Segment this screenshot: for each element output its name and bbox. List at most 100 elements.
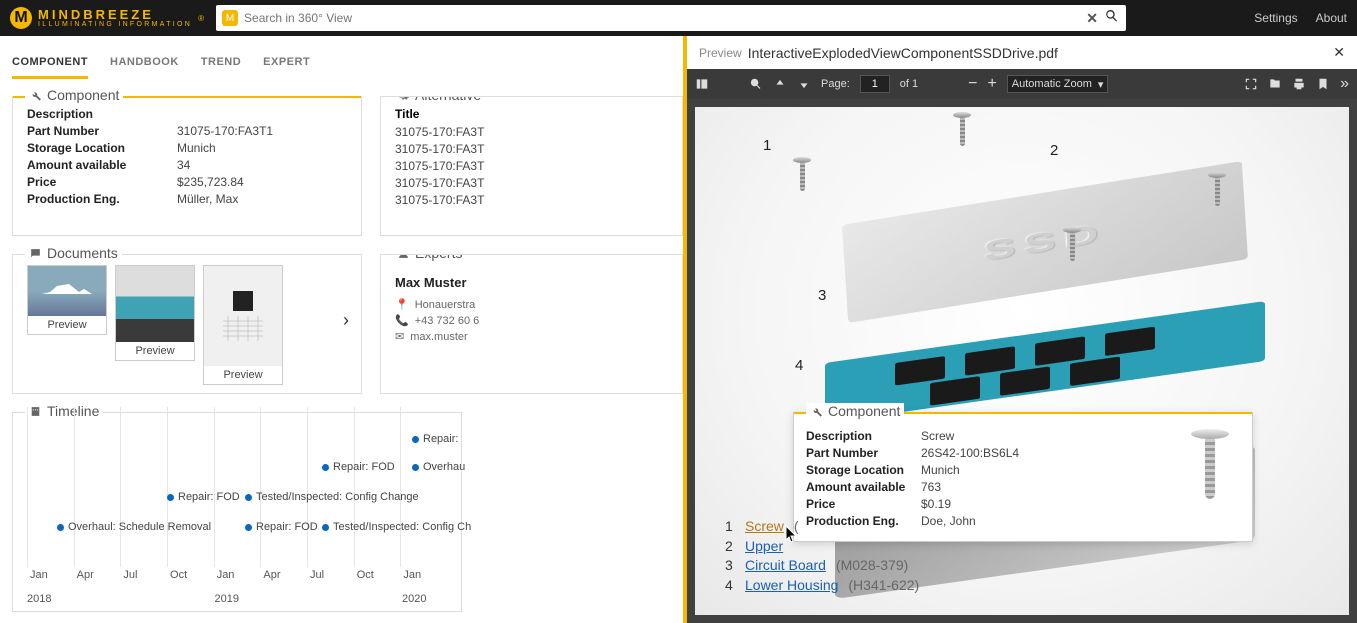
pdf-viewport: SSD 1 2 3 4 Component (687, 99, 1357, 623)
clear-search-icon[interactable]: ✕ (1086, 10, 1098, 27)
tab-component[interactable]: COMPONENT (12, 48, 88, 79)
left-panel: COMPONENT HANDBOOK TREND EXPERT Componen… (0, 36, 683, 623)
page-label: Page: (821, 78, 850, 90)
cursor-icon (785, 525, 799, 546)
expert-mail: ✉max.muster (395, 330, 668, 343)
find-icon[interactable] (749, 77, 763, 91)
thumb-caption: Preview (28, 316, 106, 334)
mail-icon: ✉ (395, 330, 404, 343)
brand-logo[interactable]: M MINDBREEZE ILLUMINATING INFORMATION ® (10, 7, 204, 29)
tl-year: 2020 (402, 593, 426, 605)
main-split: COMPONENT HANDBOOK TREND EXPERT Componen… (0, 36, 1357, 623)
page-of: of 1 (900, 78, 918, 90)
thumbnail-image (28, 266, 106, 316)
preview-label: Preview (699, 46, 742, 60)
thumbnail-image (116, 266, 194, 342)
nav-about[interactable]: About (1316, 11, 1347, 25)
timeline-card: Timeline Jan Apr Jul Oct Jan Apr Jul Oct… (12, 412, 462, 612)
documents-card-title: Documents (25, 245, 122, 261)
timeline-event[interactable]: Repair: FOD (322, 461, 395, 473)
bookmark-icon[interactable] (1316, 77, 1330, 91)
chat-icon (29, 247, 42, 260)
timeline-body: Jan Apr Jul Oct Jan Apr Jul Oct Jan Repa… (27, 427, 447, 567)
tab-bar: COMPONENT HANDBOOK TREND EXPERT (0, 36, 683, 80)
left-body: Component Description Part Number31075-1… (0, 80, 683, 612)
next-document-icon[interactable]: › (343, 310, 349, 331)
overlay-card-title: Component (806, 403, 904, 419)
alt-item[interactable]: 31075-170:FA3T (395, 142, 668, 156)
more-tools-icon[interactable]: » (1340, 76, 1349, 92)
part-link-screw[interactable]: Screw (745, 517, 784, 537)
timeline-event[interactable]: Overhaul: Schedule Removal (57, 521, 211, 533)
nav-settings[interactable]: Settings (1254, 11, 1297, 25)
tl-year: 2019 (214, 593, 238, 605)
print-icon[interactable] (1292, 77, 1306, 91)
documents-card: Documents Preview Preview (12, 254, 362, 394)
page-down-icon[interactable] (797, 77, 811, 91)
page-up-icon[interactable] (773, 77, 787, 91)
alt-item[interactable]: 31075-170:FA3T (395, 125, 668, 139)
thumb-caption: Preview (204, 366, 282, 384)
preview-filename: InteractiveExplodedViewComponentSSDDrive… (748, 45, 1058, 61)
logo-mark-icon: M (10, 7, 32, 29)
doc-thumb[interactable]: Preview (203, 265, 283, 385)
callout-3: 3 (818, 287, 826, 304)
alt-title-label: Title (395, 107, 668, 121)
timeline-event[interactable]: Tested/Inspected: Config Ch (322, 521, 471, 533)
alternative-card: Alternative Title 31075-170:FA3T 31075-1… (380, 96, 683, 236)
open-file-icon[interactable] (1268, 77, 1282, 91)
component-card: Component Description Part Number31075-1… (12, 96, 362, 236)
zoom-in-icon[interactable]: + (987, 76, 996, 92)
timeline-event[interactable]: Repair: (412, 433, 458, 445)
ssd-upper-housing: SSD (842, 161, 1248, 323)
callout-2: 2 (1050, 142, 1058, 159)
timeline-event[interactable]: Repair: FOD (245, 521, 318, 533)
experts-card: Experts Max Muster 📍Honauerstra 📞+43 732… (380, 254, 683, 394)
part-link-upper[interactable]: Upper (745, 537, 783, 557)
alternative-list: 31075-170:FA3T 31075-170:FA3T 31075-170:… (395, 125, 668, 207)
alt-item[interactable]: 31075-170:FA3T (395, 159, 668, 173)
wrench-icon (810, 405, 823, 418)
sidebar-toggle-icon[interactable] (695, 77, 709, 91)
tab-handbook[interactable]: HANDBOOK (110, 48, 179, 79)
part-link-circuit-board[interactable]: Circuit Board (745, 556, 826, 576)
alternative-card-title: Alternative (393, 96, 485, 103)
experts-card-title: Experts (393, 254, 466, 261)
doc-thumb[interactable]: Preview (115, 265, 195, 361)
doc-thumb[interactable]: Preview (27, 265, 107, 335)
tab-expert[interactable]: EXPERT (263, 48, 310, 79)
part-link-lower-housing[interactable]: Lower Housing (745, 576, 838, 596)
expert-name[interactable]: Max Muster (395, 275, 668, 290)
timeline-event[interactable]: Overhau (412, 461, 465, 473)
alt-item[interactable]: 31075-170:FA3T (395, 176, 668, 190)
phone-icon: 📞 (395, 314, 409, 327)
close-preview-icon[interactable]: ✕ (1333, 44, 1345, 61)
zoom-select[interactable]: Automatic Zoom▾ (1007, 75, 1109, 93)
fullscreen-icon[interactable] (1244, 77, 1258, 91)
callout-1: 1 (763, 137, 771, 154)
thumb-caption: Preview (116, 342, 194, 360)
search-input[interactable] (244, 11, 1080, 25)
search-icon[interactable] (1104, 8, 1120, 29)
logo-text: MINDBREEZE ILLUMINATING INFORMATION (38, 8, 192, 28)
timeline-event[interactable]: Repair: FOD (167, 491, 240, 503)
page-number-input[interactable] (860, 75, 890, 93)
tab-trend[interactable]: TREND (201, 48, 241, 79)
expert-address: 📍Honauerstra (395, 298, 668, 311)
tl-year: 2018 (27, 593, 51, 605)
person-icon (397, 254, 410, 260)
pdf-toolbar: Page: of 1 − + Automatic Zoom▾ » (687, 69, 1357, 99)
overlay-screw-thumb (1180, 429, 1240, 511)
nav-right: Settings About (1254, 11, 1347, 25)
pdf-page: SSD 1 2 3 4 Component (695, 107, 1349, 615)
document-thumbnails: Preview Preview Preview › (27, 265, 347, 385)
component-card-title: Component (25, 87, 123, 103)
timeline-event[interactable]: Tested/Inspected: Config Change (245, 491, 419, 503)
gear-icon (397, 96, 410, 102)
alt-item[interactable]: 31075-170:FA3T (395, 193, 668, 207)
search-prefix-icon: M (222, 10, 238, 26)
zoom-out-icon[interactable]: − (968, 76, 977, 92)
preview-panel: Preview InteractiveExplodedViewComponent… (683, 36, 1357, 623)
search-box: M ✕ (216, 5, 1126, 31)
registered-icon: ® (198, 14, 204, 23)
